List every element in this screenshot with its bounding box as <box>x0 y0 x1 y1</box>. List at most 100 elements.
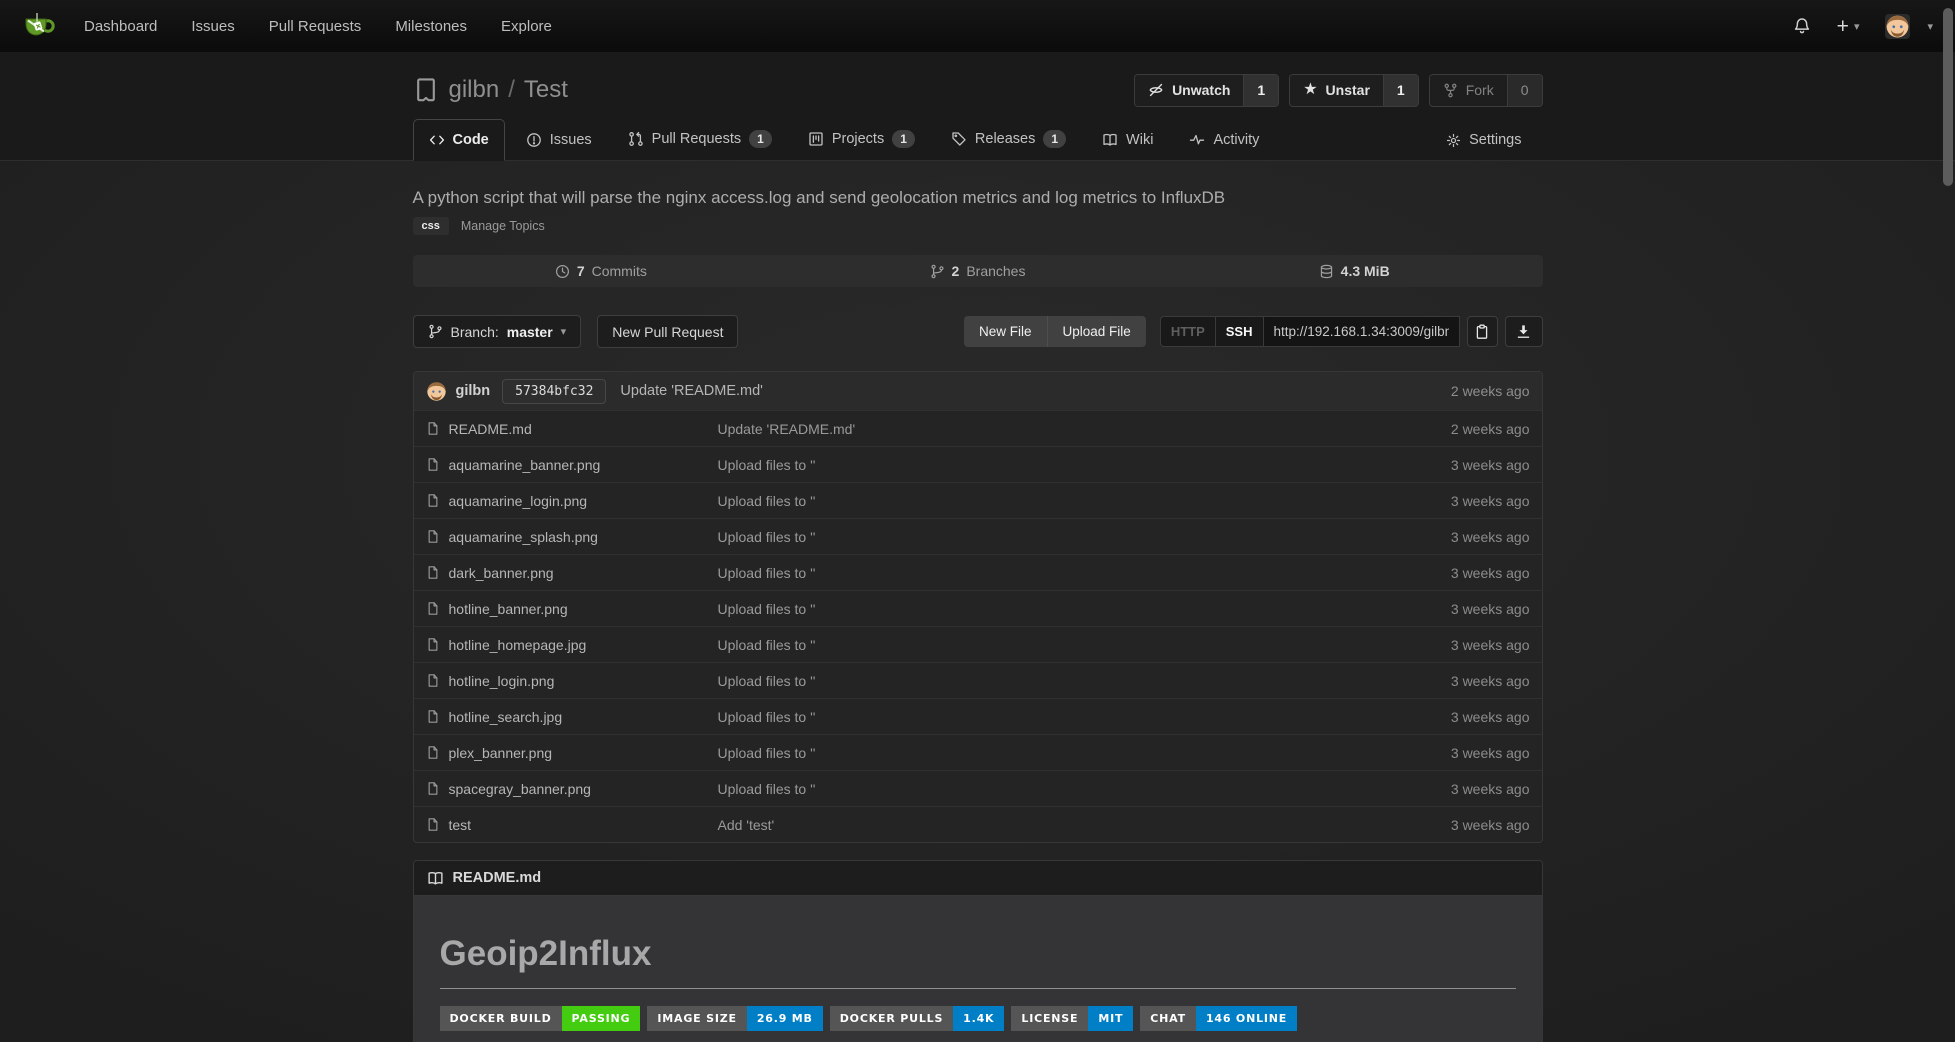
commit-author-name[interactable]: gilbn <box>456 383 491 399</box>
tab-releases[interactable]: Releases 1 <box>936 118 1081 160</box>
download-icon <box>1516 324 1531 339</box>
tab-projects[interactable]: Projects 1 <box>793 118 930 160</box>
breadcrumb-separator: / <box>508 76 515 104</box>
watch-count[interactable]: 1 <box>1243 75 1278 106</box>
shield-badge[interactable]: DOCKER BUILD PASSING <box>440 1006 641 1031</box>
file-commit-message[interactable]: Upload files to '' <box>718 709 1370 725</box>
file-row: aquamarine_splash.png Upload files to ''… <box>414 518 1542 554</box>
file-link[interactable]: hotline_homepage.jpg <box>426 637 718 653</box>
tag-icon <box>951 131 967 147</box>
shield-badge[interactable]: LICENSE MIT <box>1011 1006 1133 1031</box>
file-link[interactable]: hotline_search.jpg <box>426 709 718 725</box>
file-commit-message[interactable]: Add 'test' <box>718 817 1370 833</box>
file-link[interactable]: spacegray_banner.png <box>426 781 718 797</box>
download-archive-button[interactable] <box>1505 316 1543 347</box>
file-row: aquamarine_login.png Upload files to '' … <box>414 482 1542 518</box>
notifications-bell-icon[interactable] <box>1793 17 1811 35</box>
tab-pull-requests[interactable]: Pull Requests 1 <box>613 118 787 160</box>
page-scrollbar-thumb[interactable] <box>1943 8 1953 186</box>
file-row: README.md Update 'README.md' 2 weeks ago <box>414 410 1542 446</box>
file-link[interactable]: plex_banner.png <box>426 745 718 761</box>
file-commit-date: 3 weeks ago <box>1370 637 1530 653</box>
nav-explore[interactable]: Explore <box>501 18 552 35</box>
clock-icon <box>555 264 570 279</box>
file-commit-message[interactable]: Upload files to '' <box>718 565 1370 581</box>
tab-wiki[interactable]: Wiki <box>1087 120 1168 160</box>
branch-icon <box>428 324 443 339</box>
file-link[interactable]: aquamarine_login.png <box>426 493 718 509</box>
http-protocol-button[interactable]: HTTP <box>1160 316 1216 347</box>
file-commit-message[interactable]: Upload files to '' <box>718 601 1370 617</box>
upload-file-button[interactable]: Upload File <box>1047 316 1146 347</box>
nav-dashboard[interactable]: Dashboard <box>84 18 157 35</box>
tab-settings[interactable]: Settings <box>1431 120 1536 160</box>
file-commit-message[interactable]: Upload files to '' <box>718 457 1370 473</box>
file-icon <box>426 529 440 544</box>
unstar-button[interactable]: ★ Unstar <box>1290 75 1383 106</box>
file-row: hotline_login.png Upload files to '' 3 w… <box>414 662 1542 698</box>
file-link[interactable]: aquamarine_splash.png <box>426 529 718 545</box>
gitea-logo-icon[interactable] <box>22 11 56 41</box>
tab-issues[interactable]: Issues <box>511 120 607 160</box>
manage-topics-link[interactable]: Manage Topics <box>461 219 545 233</box>
user-menu[interactable]: ▾ <box>1885 14 1933 39</box>
commit-hash-badge[interactable]: 57384bfc32 <box>502 379 606 404</box>
star-count[interactable]: 1 <box>1383 75 1418 106</box>
fork-count[interactable]: 0 <box>1507 75 1542 106</box>
branch-selector[interactable]: Branch:master ▾ <box>413 315 582 348</box>
repo-size-stat: 4.3 MiB <box>1166 263 1543 279</box>
clone-url-input[interactable] <box>1264 316 1460 347</box>
commit-author-avatar[interactable] <box>426 381 447 402</box>
new-file-button[interactable]: New File <box>964 316 1047 347</box>
file-link[interactable]: dark_banner.png <box>426 565 718 581</box>
topic-chip-css[interactable]: css <box>413 217 449 235</box>
file-commit-message[interactable]: Upload files to '' <box>718 781 1370 797</box>
file-commit-message[interactable]: Upload files to '' <box>718 745 1370 761</box>
file-link[interactable]: aquamarine_banner.png <box>426 457 718 473</box>
shield-badge[interactable]: IMAGE SIZE 26.9 MB <box>647 1006 822 1031</box>
file-commit-message[interactable]: Update 'README.md' <box>718 421 1370 437</box>
nav-issues[interactable]: Issues <box>191 18 234 35</box>
readme-badges: DOCKER BUILD PASSING IMAGE SIZE 26.9 MB … <box>440 1006 1516 1042</box>
branches-stat[interactable]: 2Branches <box>789 263 1166 279</box>
copy-clone-url-button[interactable] <box>1467 316 1498 347</box>
file-commit-date: 3 weeks ago <box>1370 673 1530 689</box>
commits-stat[interactable]: 7Commits <box>413 263 790 279</box>
file-icon <box>426 493 440 508</box>
shield-badge[interactable]: DOCKER PULLS 1.4K <box>830 1006 1005 1031</box>
caret-down-icon: ▾ <box>1854 20 1860 33</box>
project-icon <box>808 131 824 147</box>
file-link[interactable]: hotline_login.png <box>426 673 718 689</box>
code-icon <box>429 132 445 148</box>
repo-owner-link[interactable]: gilbn <box>449 76 500 104</box>
file-icon <box>426 709 440 724</box>
file-link[interactable]: hotline_banner.png <box>426 601 718 617</box>
file-row: aquamarine_banner.png Upload files to ''… <box>414 446 1542 482</box>
commit-message[interactable]: Update 'README.md' <box>620 383 763 399</box>
file-commit-message[interactable]: Upload files to '' <box>718 673 1370 689</box>
file-commit-message[interactable]: Upload files to '' <box>718 493 1370 509</box>
database-icon <box>1319 264 1334 279</box>
tab-activity[interactable]: Activity <box>1174 120 1274 160</box>
file-icon <box>426 421 440 436</box>
fork-button[interactable]: Fork <box>1430 75 1507 106</box>
repo-description: A python script that will parse the ngin… <box>413 188 1543 208</box>
readme-section: README.md Geoip2Influx DOCKER BUILD PASS… <box>413 860 1543 1042</box>
new-pull-request-button[interactable]: New Pull Request <box>597 315 738 348</box>
tab-code[interactable]: Code <box>413 119 505 161</box>
file-link[interactable]: test <box>426 817 718 833</box>
ssh-protocol-button[interactable]: SSH <box>1216 316 1264 347</box>
gitea-repo-page: Dashboard Issues Pull Requests Milestone… <box>0 0 1955 1042</box>
top-navbar: Dashboard Issues Pull Requests Milestone… <box>0 0 1955 52</box>
nav-milestones[interactable]: Milestones <box>395 18 467 35</box>
create-new-menu[interactable]: + ▾ <box>1837 16 1860 37</box>
file-commit-message[interactable]: Upload files to '' <box>718 529 1370 545</box>
clone-url-segment: HTTP SSH <box>1160 316 1460 347</box>
file-link[interactable]: README.md <box>426 421 718 437</box>
shield-badge[interactable]: CHAT 146 ONLINE <box>1140 1006 1297 1031</box>
nav-pull-requests[interactable]: Pull Requests <box>269 18 362 35</box>
unwatch-button[interactable]: Unwatch <box>1135 75 1243 106</box>
repo-icon <box>413 77 439 103</box>
repo-name-link[interactable]: Test <box>524 76 568 104</box>
file-commit-message[interactable]: Upload files to '' <box>718 637 1370 653</box>
